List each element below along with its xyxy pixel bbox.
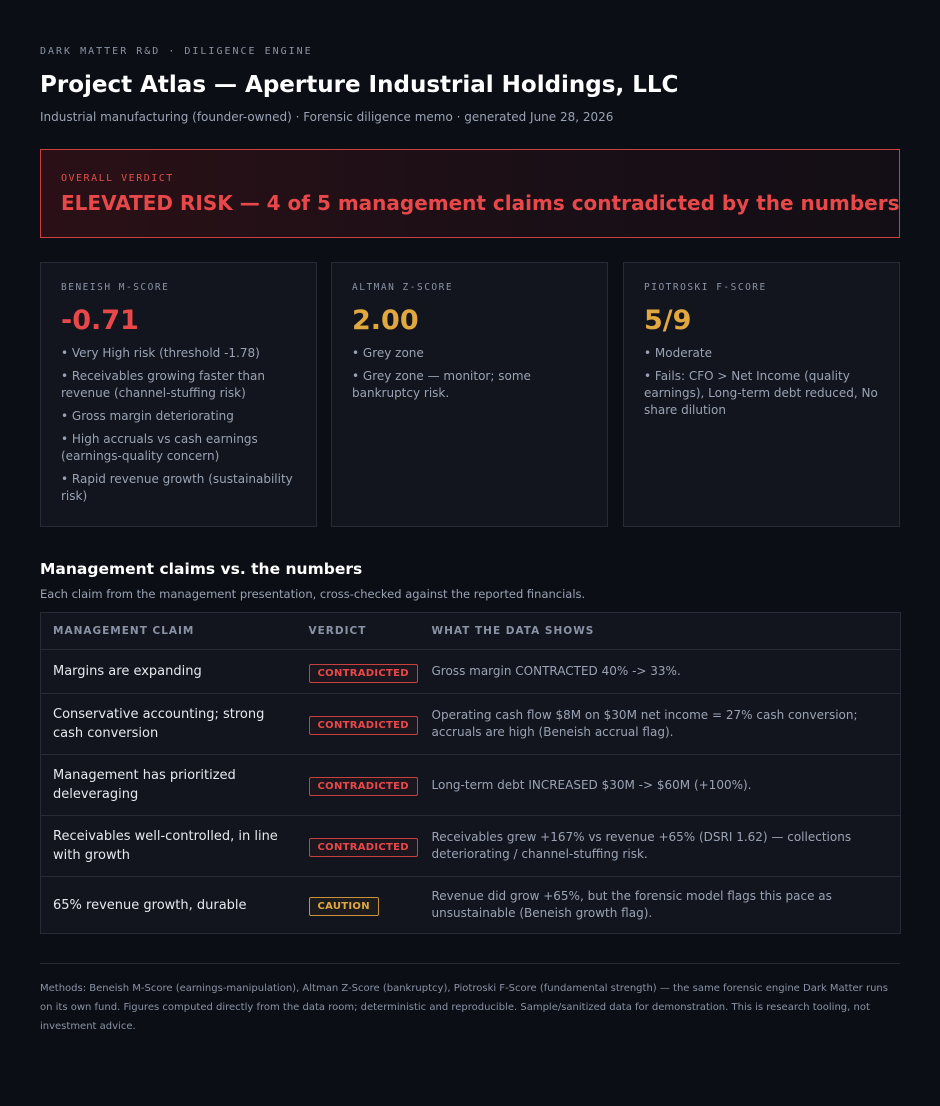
status-badge: CONTRADICTED: [308, 716, 418, 735]
data-cell: Revenue did grow +65%, but the forensic …: [431, 889, 832, 920]
altman-score-card: ALTMAN Z-SCORE 2.00 • Grey zone • Grey z…: [331, 262, 608, 527]
claim-cell: Conservative accounting; strong cash con…: [40, 693, 297, 755]
verdict-cell: CONTRADICTED: [296, 815, 420, 877]
score-note: • Rapid revenue growth (sustainability r…: [61, 472, 293, 503]
piotroski-score-card: PIOTROSKI F-SCORE 5/9 • Moderate • Fails…: [623, 262, 900, 527]
status-badge: CONTRADICTED: [308, 663, 418, 683]
section-subtitle: Each claim from the management presentat…: [40, 587, 586, 601]
status-badge: CONTRADICTED: [308, 838, 418, 857]
score-note: • Receivables growing faster than revenu…: [61, 369, 265, 400]
data-cell: Operating cash flow $8M on $30M net inco…: [419, 693, 901, 755]
table-row: 65% revenue growth, durable CAUTION Reve…: [41, 877, 901, 934]
verdict-cell: CONTRADICTED: [296, 754, 420, 816]
score-value: -0.71: [61, 305, 139, 336]
table-row: Conservative accounting; strong cash con…: [40, 693, 901, 755]
score-note: • Grey zone: [352, 346, 424, 360]
score-notes: • Moderate • Fails: CFO > Net Income (qu…: [644, 345, 879, 419]
claim-cell: 65% revenue growth, durable: [53, 897, 247, 913]
score-note: • High accruals vs cash earnings (earnin…: [61, 432, 258, 463]
status-badge: CONTRADICTED: [308, 777, 418, 796]
claim-cell: Management has prioritized deleveraging: [40, 754, 297, 816]
status-badge: CAUTION: [308, 897, 379, 916]
overall-verdict-banner: OVERALL VERDICT ELEVATED RISK — 4 of 5 m…: [40, 149, 900, 238]
verdict-cell: CONTRADICTED: [296, 693, 420, 755]
column-header: WHAT THE DATA SHOWS: [419, 612, 901, 650]
score-notes: • Grey zone • Grey zone — monitor; some …: [352, 345, 587, 402]
diligence-memo: DARK MATTER R&D · DILIGENCE ENGINE Proje…: [0, 0, 940, 1106]
score-value: 5/9: [644, 305, 692, 336]
score-note: • Moderate: [644, 346, 712, 360]
verdict-cell: CAUTION: [297, 877, 420, 934]
data-cell: Receivables grew +167% vs revenue +65% (…: [419, 815, 901, 877]
beneish-score-card: BENEISH M-SCORE -0.71 • Very High risk (…: [40, 262, 317, 527]
column-header: VERDICT: [296, 612, 420, 650]
claim-cell: Receivables well-controlled, in line wit…: [40, 815, 297, 877]
score-label: PIOTROSKI F-SCORE: [644, 282, 767, 293]
score-note: • Gross margin deteriorating: [61, 409, 234, 423]
eyebrow: DARK MATTER R&D · DILIGENCE ENGINE: [40, 46, 313, 57]
data-cell: Long-term debt INCREASED $30M -> $60M (+…: [419, 754, 901, 816]
section-title: Management claims vs. the numbers: [40, 560, 363, 578]
table-row: Receivables well-controlled, in line wit…: [40, 815, 901, 877]
page-subtitle: Industrial manufacturing (founder-owned)…: [40, 110, 614, 124]
score-notes: • Very High risk (threshold -1.78) • Rec…: [61, 345, 296, 505]
data-cell: Gross margin CONTRACTED 40% -> 33%.: [419, 649, 901, 694]
table-header-row: MANAGEMENT CLAIM VERDICT WHAT THE DATA S…: [40, 612, 901, 650]
verdict-label: OVERALL VERDICT: [61, 173, 174, 184]
score-note: • Fails: CFO > Net Income (quality earni…: [644, 369, 878, 417]
score-value: 2.00: [352, 305, 419, 336]
page-title: Project Atlas — Aperture Industrial Hold…: [40, 72, 679, 98]
score-note: • Very High risk (threshold -1.78): [61, 346, 260, 360]
table-row: Management has prioritized deleveraging …: [40, 754, 901, 816]
verdict-text: ELEVATED RISK — 4 of 5 management claims…: [61, 191, 900, 215]
column-header: MANAGEMENT CLAIM: [40, 612, 297, 650]
score-label: ALTMAN Z-SCORE: [352, 282, 454, 293]
methods-footnote: Methods: Beneish M-Score (earnings-manip…: [40, 983, 888, 1032]
score-note: • Grey zone — monitor; some bankruptcy r…: [352, 369, 531, 400]
claims-table: MANAGEMENT CLAIM VERDICT WHAT THE DATA S…: [40, 612, 901, 934]
verdict-cell: CONTRADICTED: [296, 649, 420, 694]
footer-divider: [40, 963, 900, 964]
claim-cell: Margins are expanding: [40, 649, 297, 694]
table-row: Margins are expanding CONTRADICTED Gross…: [40, 649, 901, 694]
score-label: BENEISH M-SCORE: [61, 282, 170, 293]
